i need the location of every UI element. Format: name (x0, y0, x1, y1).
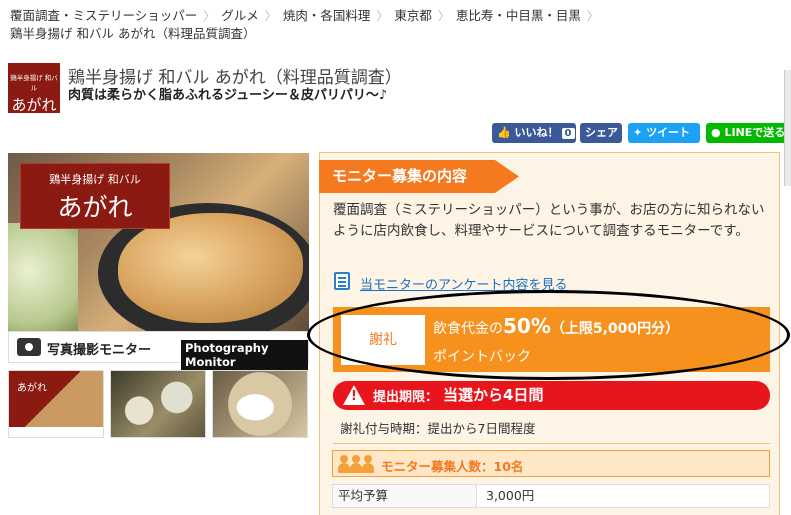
payout-timing: 謝礼付与時期：提出から7日間程度 (340, 421, 536, 436)
shop-logo: 鶏半身揚げ 和バル あがれ (8, 63, 60, 114)
deadline-banner: 提出期限： 当選から4日間 (333, 381, 770, 410)
budget-value: 3,000円 (486, 488, 535, 503)
thumbnail-2[interactable] (110, 370, 206, 438)
shop-logo-small-text: 鶏半身揚げ 和バル (10, 74, 58, 92)
line-share-button[interactable]: ● LINEで送る (706, 123, 791, 143)
highlight-oval-annotation (307, 290, 790, 380)
thumbs-up-icon: 👍 (497, 126, 511, 139)
photo-sign-small-text: 鶏半身揚げ 和バル (49, 173, 141, 186)
twitter-bird-icon: ✦ (633, 126, 643, 139)
breadcrumb-link-gourmet[interactable]: グルメ (221, 7, 259, 25)
document-icon (334, 272, 350, 290)
breadcrumb-link-mystery-shopper[interactable]: 覆面調査・ミステリーショッパー (10, 7, 197, 25)
headcount-banner: モニター募集人数：10名 (332, 450, 770, 477)
breadcrumb: 覆面調査・ミステリーショッパー〉グルメ〉焼肉・各国料理〉東京都〉恵比寿・中目黒・… (10, 7, 610, 43)
chevron-right-icon: 〉 (437, 9, 450, 23)
budget-label: 平均予算 (333, 485, 477, 507)
divider (333, 443, 770, 444)
line-label: LINEで送る (724, 126, 786, 139)
photo-caption-bar: 写真撮影モニター Photography Monitor (8, 331, 309, 370)
tweet-button[interactable]: ✦ ツイート (628, 123, 700, 143)
breadcrumb-link-ebisu[interactable]: 恵比寿・中目黒・目黒 (456, 7, 581, 25)
deadline-label: 提出期限： (373, 390, 439, 405)
shop-catchphrase: 肉質は柔らかく脂あふれるジューシー＆皮パリパリ〜♪ (68, 88, 388, 103)
tweet-label: ツイート (646, 126, 691, 139)
chevron-right-icon: 〉 (203, 9, 216, 23)
like-count: 0 (561, 128, 575, 139)
photo-shop-sign: 鶏半身揚げ 和バル あがれ (20, 163, 170, 229)
thumbnail-1[interactable]: あがれ (8, 370, 104, 438)
chevron-right-icon: 〉 (264, 9, 277, 23)
camera-icon (17, 338, 41, 356)
shop-logo-big-text: あがれ (11, 96, 57, 114)
photo-sign-big-text: あがれ (57, 193, 133, 222)
thumbnail-3[interactable] (212, 370, 308, 438)
monitor-description: 覆面調査（ミステリーショッパー）という事が、お店の方に知られないように店内飲食し… (333, 202, 765, 239)
chevron-right-icon: 〉 (376, 9, 389, 23)
monitor-section-header: モニター募集の内容 (319, 160, 519, 193)
people-icon (338, 455, 374, 473)
photo-caption: 写真撮影モニター (47, 343, 152, 358)
facebook-like-button[interactable]: 👍 いいね！ 0 (492, 123, 576, 143)
warning-icon (343, 385, 365, 405)
side-floating-tab[interactable] (784, 70, 791, 186)
headcount-text: モニター募集人数：10名 (381, 459, 524, 474)
breadcrumb-link-tokyo[interactable]: 東京都 (394, 7, 432, 25)
thumbnail-1-text: あがれ (17, 383, 47, 394)
photo-fried-chicken (118, 213, 303, 323)
thumbnail-1-caption-bar (9, 427, 103, 437)
like-label: いいね！ (514, 126, 559, 139)
photo-lettuce (8, 223, 78, 343)
facebook-share-button[interactable]: シェア (580, 123, 622, 143)
line-icon: ● (711, 126, 721, 139)
budget-row: 平均予算 3,000円 (332, 484, 770, 508)
photo-caption-en: Photography Monitor (181, 340, 308, 370)
deadline-value: 当選から4日間 (443, 386, 544, 404)
breadcrumb-link-yakiniku[interactable]: 焼肉・各国料理 (283, 7, 371, 25)
chevron-right-icon: 〉 (586, 9, 599, 23)
breadcrumb-current: 鶏半身揚げ 和バル あがれ（料理品質調査） (10, 26, 256, 41)
